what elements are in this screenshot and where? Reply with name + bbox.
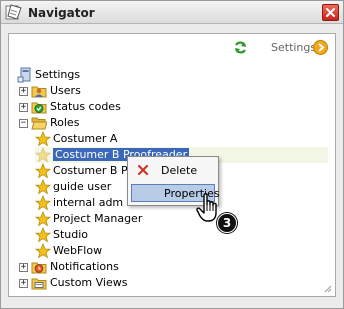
menu-item-delete[interactable]: Delete — [131, 161, 215, 179]
tree-item-custom-views[interactable]: + Custom Views — [19, 275, 179, 291]
tree-label: Costumer B Pro — [53, 164, 139, 177]
star-icon — [35, 163, 51, 179]
tree-label: Users — [50, 84, 81, 97]
step-number-badge: 3 — [217, 213, 237, 233]
status-codes-folder-icon — [31, 102, 47, 114]
close-button[interactable] — [322, 4, 339, 21]
star-icon — [35, 179, 51, 195]
tree-label: Settings — [35, 68, 81, 81]
tree-label: Roles — [50, 116, 80, 129]
tree-label: Project Manager — [53, 212, 143, 225]
tree-item-notifications[interactable]: + Notifications — [19, 259, 179, 275]
navigator-window: Navigator Settings Settings + Users + St… — [0, 0, 344, 309]
expand-toggle[interactable]: + — [19, 103, 28, 112]
delete-x-icon — [137, 164, 149, 176]
tree-item-status-codes[interactable]: + Status codes — [19, 99, 179, 115]
tree-root-settings[interactable]: Settings — [17, 67, 137, 83]
tree-label: WebFlow — [53, 244, 103, 257]
tree-label: internal adm — [53, 196, 124, 209]
star-icon — [35, 227, 51, 243]
navigator-app-icon — [5, 4, 22, 20]
star-icon — [35, 211, 51, 227]
star-icon — [35, 131, 51, 147]
users-folder-icon — [31, 86, 47, 98]
custom-views-folder-icon — [31, 278, 47, 290]
collapse-toggle[interactable]: − — [19, 119, 28, 128]
expand-toggle[interactable]: + — [19, 87, 28, 96]
computer-icon — [17, 67, 31, 83]
role-item[interactable]: Project Manager — [35, 211, 185, 227]
role-item[interactable]: Costumer A — [35, 131, 185, 147]
role-item[interactable]: Studio — [35, 227, 185, 243]
resize-grip-icon[interactable] — [324, 285, 332, 293]
tree-item-roles[interactable]: − Roles — [19, 115, 139, 131]
tree-label: Studio — [53, 228, 89, 241]
tree-label: guide user — [53, 180, 112, 193]
star-icon — [35, 195, 51, 211]
tree-label: Notifications — [50, 260, 119, 273]
tree-item-users[interactable]: + Users — [19, 83, 159, 99]
star-icon — [35, 147, 51, 163]
title-bar[interactable]: Navigator — [1, 1, 343, 24]
expand-toggle[interactable]: + — [19, 279, 28, 288]
tree-label: Status codes — [50, 100, 121, 113]
window-title: Navigator — [28, 6, 95, 20]
expand-toggle[interactable]: + — [19, 263, 28, 272]
close-icon — [326, 8, 335, 17]
star-icon — [35, 243, 51, 259]
tree-label: Custom Views — [50, 276, 128, 289]
notifications-folder-icon — [31, 262, 47, 274]
menu-item-label: Delete — [161, 164, 198, 177]
role-item[interactable]: WebFlow — [35, 243, 185, 259]
open-folder-icon — [31, 117, 47, 130]
tree-label: Costumer A — [53, 132, 118, 145]
